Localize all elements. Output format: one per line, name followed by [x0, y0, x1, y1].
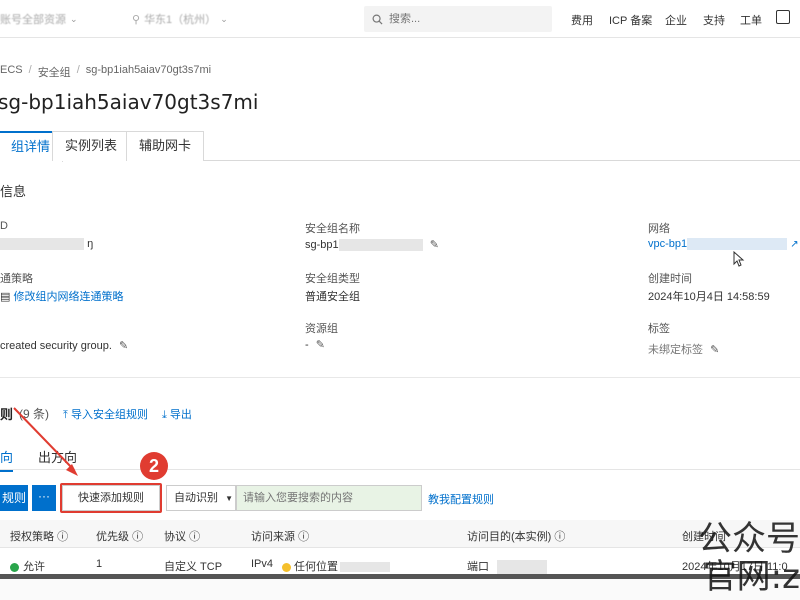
step-number-badge: 2	[140, 452, 168, 480]
watermark: 公众号 官网:z	[698, 519, 800, 597]
annotation-arrow-icon	[13, 407, 78, 476]
